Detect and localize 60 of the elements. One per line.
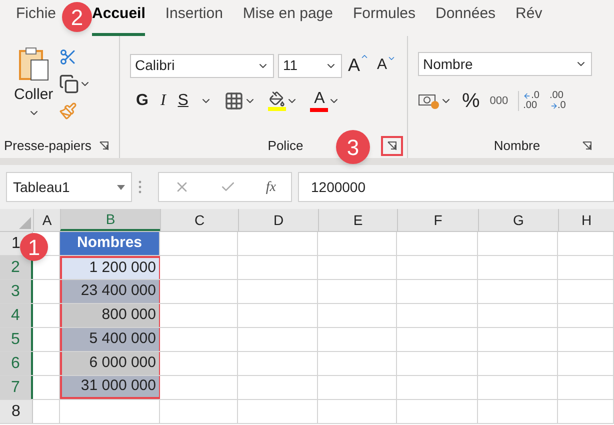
row-header[interactable]: 4: [0, 304, 33, 327]
table-cell: Nombres: [60, 232, 160, 255]
ribbon-tab[interactable]: Mise en page: [242, 2, 333, 36]
column-header[interactable]: F: [397, 209, 478, 231]
formula-field[interactable]: 1200000: [298, 172, 614, 202]
paste-button[interactable]: Coller: [14, 46, 54, 134]
group-label: Presse-papiers: [4, 137, 92, 156]
arrow-right-icon: [550, 102, 558, 110]
column-header[interactable]: H: [558, 209, 614, 231]
table-cell: 1 200 000: [60, 256, 160, 279]
caret-up-icon: [360, 52, 370, 61]
row-header[interactable]: 6: [0, 352, 33, 375]
row-header[interactable]: 2: [0, 256, 33, 279]
percent-button[interactable]: %: [462, 86, 480, 116]
table-cell: 31 000 000: [60, 376, 160, 399]
ribbon-tab[interactable]: Formules: [352, 2, 416, 36]
font-size-field[interactable]: 11: [278, 54, 342, 78]
insert-function-icon[interactable]: fx: [266, 176, 276, 198]
cut-icon[interactable]: [59, 48, 78, 66]
column-header[interactable]: D: [238, 209, 318, 231]
borders-icon[interactable]: [224, 91, 244, 111]
ribbon-tab[interactable]: Insertion: [165, 2, 223, 36]
ribbon-tab[interactable]: Fichie: [16, 2, 56, 36]
copy-icon[interactable]: [59, 74, 80, 94]
increase-decimal-button[interactable]: .0 .00: [518, 91, 540, 111]
corner-arrow-icon[interactable]: [99, 141, 109, 151]
name-box[interactable]: Tableau1: [6, 172, 132, 202]
row-header[interactable]: 3: [0, 280, 33, 303]
column-header[interactable]: B: [60, 209, 160, 231]
italic-button[interactable]: I: [160, 89, 166, 113]
arrow-left-icon: [523, 92, 532, 100]
dialog-launcher-button[interactable]: [380, 136, 403, 156]
thousands-separator-button[interactable]: 000: [490, 92, 508, 110]
row-header[interactable]: 5: [0, 328, 33, 351]
column-header[interactable]: C: [160, 209, 238, 231]
row-header[interactable]: 8: [0, 400, 33, 423]
corner-arrow-icon[interactable]: [582, 141, 592, 151]
bold-button[interactable]: G: [136, 89, 148, 113]
table-cell: 23 400 000: [60, 280, 160, 303]
table-cell: 6 000 000: [60, 352, 160, 375]
group-label: Police: [266, 137, 304, 156]
column-header[interactable]: E: [318, 209, 397, 231]
underline-button[interactable]: S: [178, 89, 188, 113]
ribbon-tab[interactable]: Données: [436, 2, 496, 36]
group-label: Nombre: [494, 137, 540, 156]
accounting-format-icon[interactable]: [418, 92, 440, 110]
font-color-button[interactable]: A: [310, 90, 328, 112]
fill-color-button[interactable]: [268, 91, 286, 111]
shrink-font-button[interactable]: A: [375, 54, 398, 77]
decrease-decimal-button[interactable]: .00 .0: [550, 91, 566, 111]
font-name-field[interactable]: Calibri: [130, 54, 274, 78]
table-cell: 800 000: [60, 304, 160, 327]
ribbon-tab[interactable]: Rév: [516, 2, 542, 36]
row-header[interactable]: 7: [0, 376, 33, 399]
corner-arrow-icon[interactable]: [386, 141, 397, 151]
column-header[interactable]: G: [478, 209, 558, 231]
drag-handle-icon: [138, 180, 142, 194]
grow-font-button[interactable]: A: [346, 52, 372, 79]
table-cell: 5 400 000: [60, 328, 160, 351]
number-format-field[interactable]: Nombre: [418, 52, 592, 76]
